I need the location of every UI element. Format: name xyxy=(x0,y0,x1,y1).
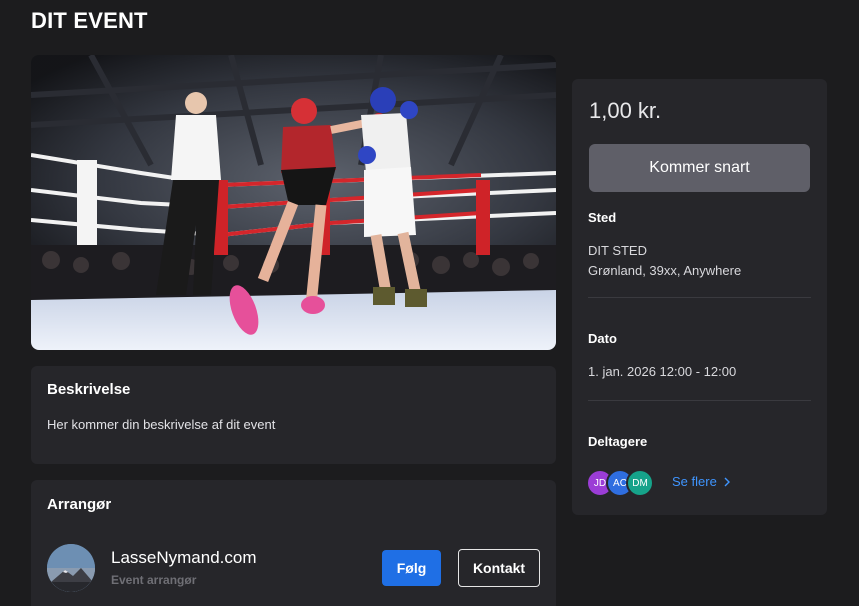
event-page: DIT EVENT Beskrivelse Her kommer din bes… xyxy=(0,0,859,606)
location-name: DIT STED xyxy=(588,243,647,258)
page-title: DIT EVENT xyxy=(31,8,148,33)
event-image xyxy=(31,55,556,350)
ticket-price: 1,00 kr. xyxy=(589,98,662,123)
contact-button[interactable]: Kontakt xyxy=(458,549,540,587)
see-more-link[interactable]: Se flere xyxy=(672,474,731,489)
description-text: Her kommer din beskrivelse af dit event xyxy=(47,417,276,432)
boxing-match-photo xyxy=(31,55,556,350)
organizer-name[interactable]: LasseNymand.com xyxy=(111,548,257,568)
participant-initials: JD xyxy=(593,477,607,489)
organizer-role: Event arrangør xyxy=(111,573,197,587)
organizer-avatar[interactable] xyxy=(47,544,95,592)
see-more-label: Se flere xyxy=(672,474,717,489)
divider xyxy=(588,297,811,298)
description-heading: Beskrivelse xyxy=(47,381,131,398)
description-card: Beskrivelse Her kommer din beskrivelse a… xyxy=(31,366,556,464)
chevron-right-icon xyxy=(724,477,730,486)
mountain-avatar-icon xyxy=(47,544,95,592)
participants-row: JD AC DM Se flere xyxy=(586,469,826,497)
date-label: Dato xyxy=(588,331,617,346)
location-address: Grønland, 39xx, Anywhere xyxy=(588,263,742,278)
coming-soon-button[interactable]: Kommer snart xyxy=(589,144,810,192)
ticket-sidebar: 1,00 kr. Kommer snart Sted DIT STED Grøn… xyxy=(572,79,827,515)
participant-avatar[interactable]: DM xyxy=(626,469,654,497)
organizer-card: Arrangør LasseNymand.com Event arrangør … xyxy=(31,480,556,606)
location-label: Sted xyxy=(588,210,617,225)
participant-initials: DM xyxy=(632,477,648,489)
participants-label: Deltagere xyxy=(588,434,648,449)
divider xyxy=(588,400,811,401)
date-value: 1. jan. 2026 12:00 - 12:00 xyxy=(588,364,737,379)
organizer-heading: Arrangør xyxy=(47,496,112,513)
participant-initials: AC xyxy=(613,477,627,489)
follow-button[interactable]: Følg xyxy=(382,550,441,586)
